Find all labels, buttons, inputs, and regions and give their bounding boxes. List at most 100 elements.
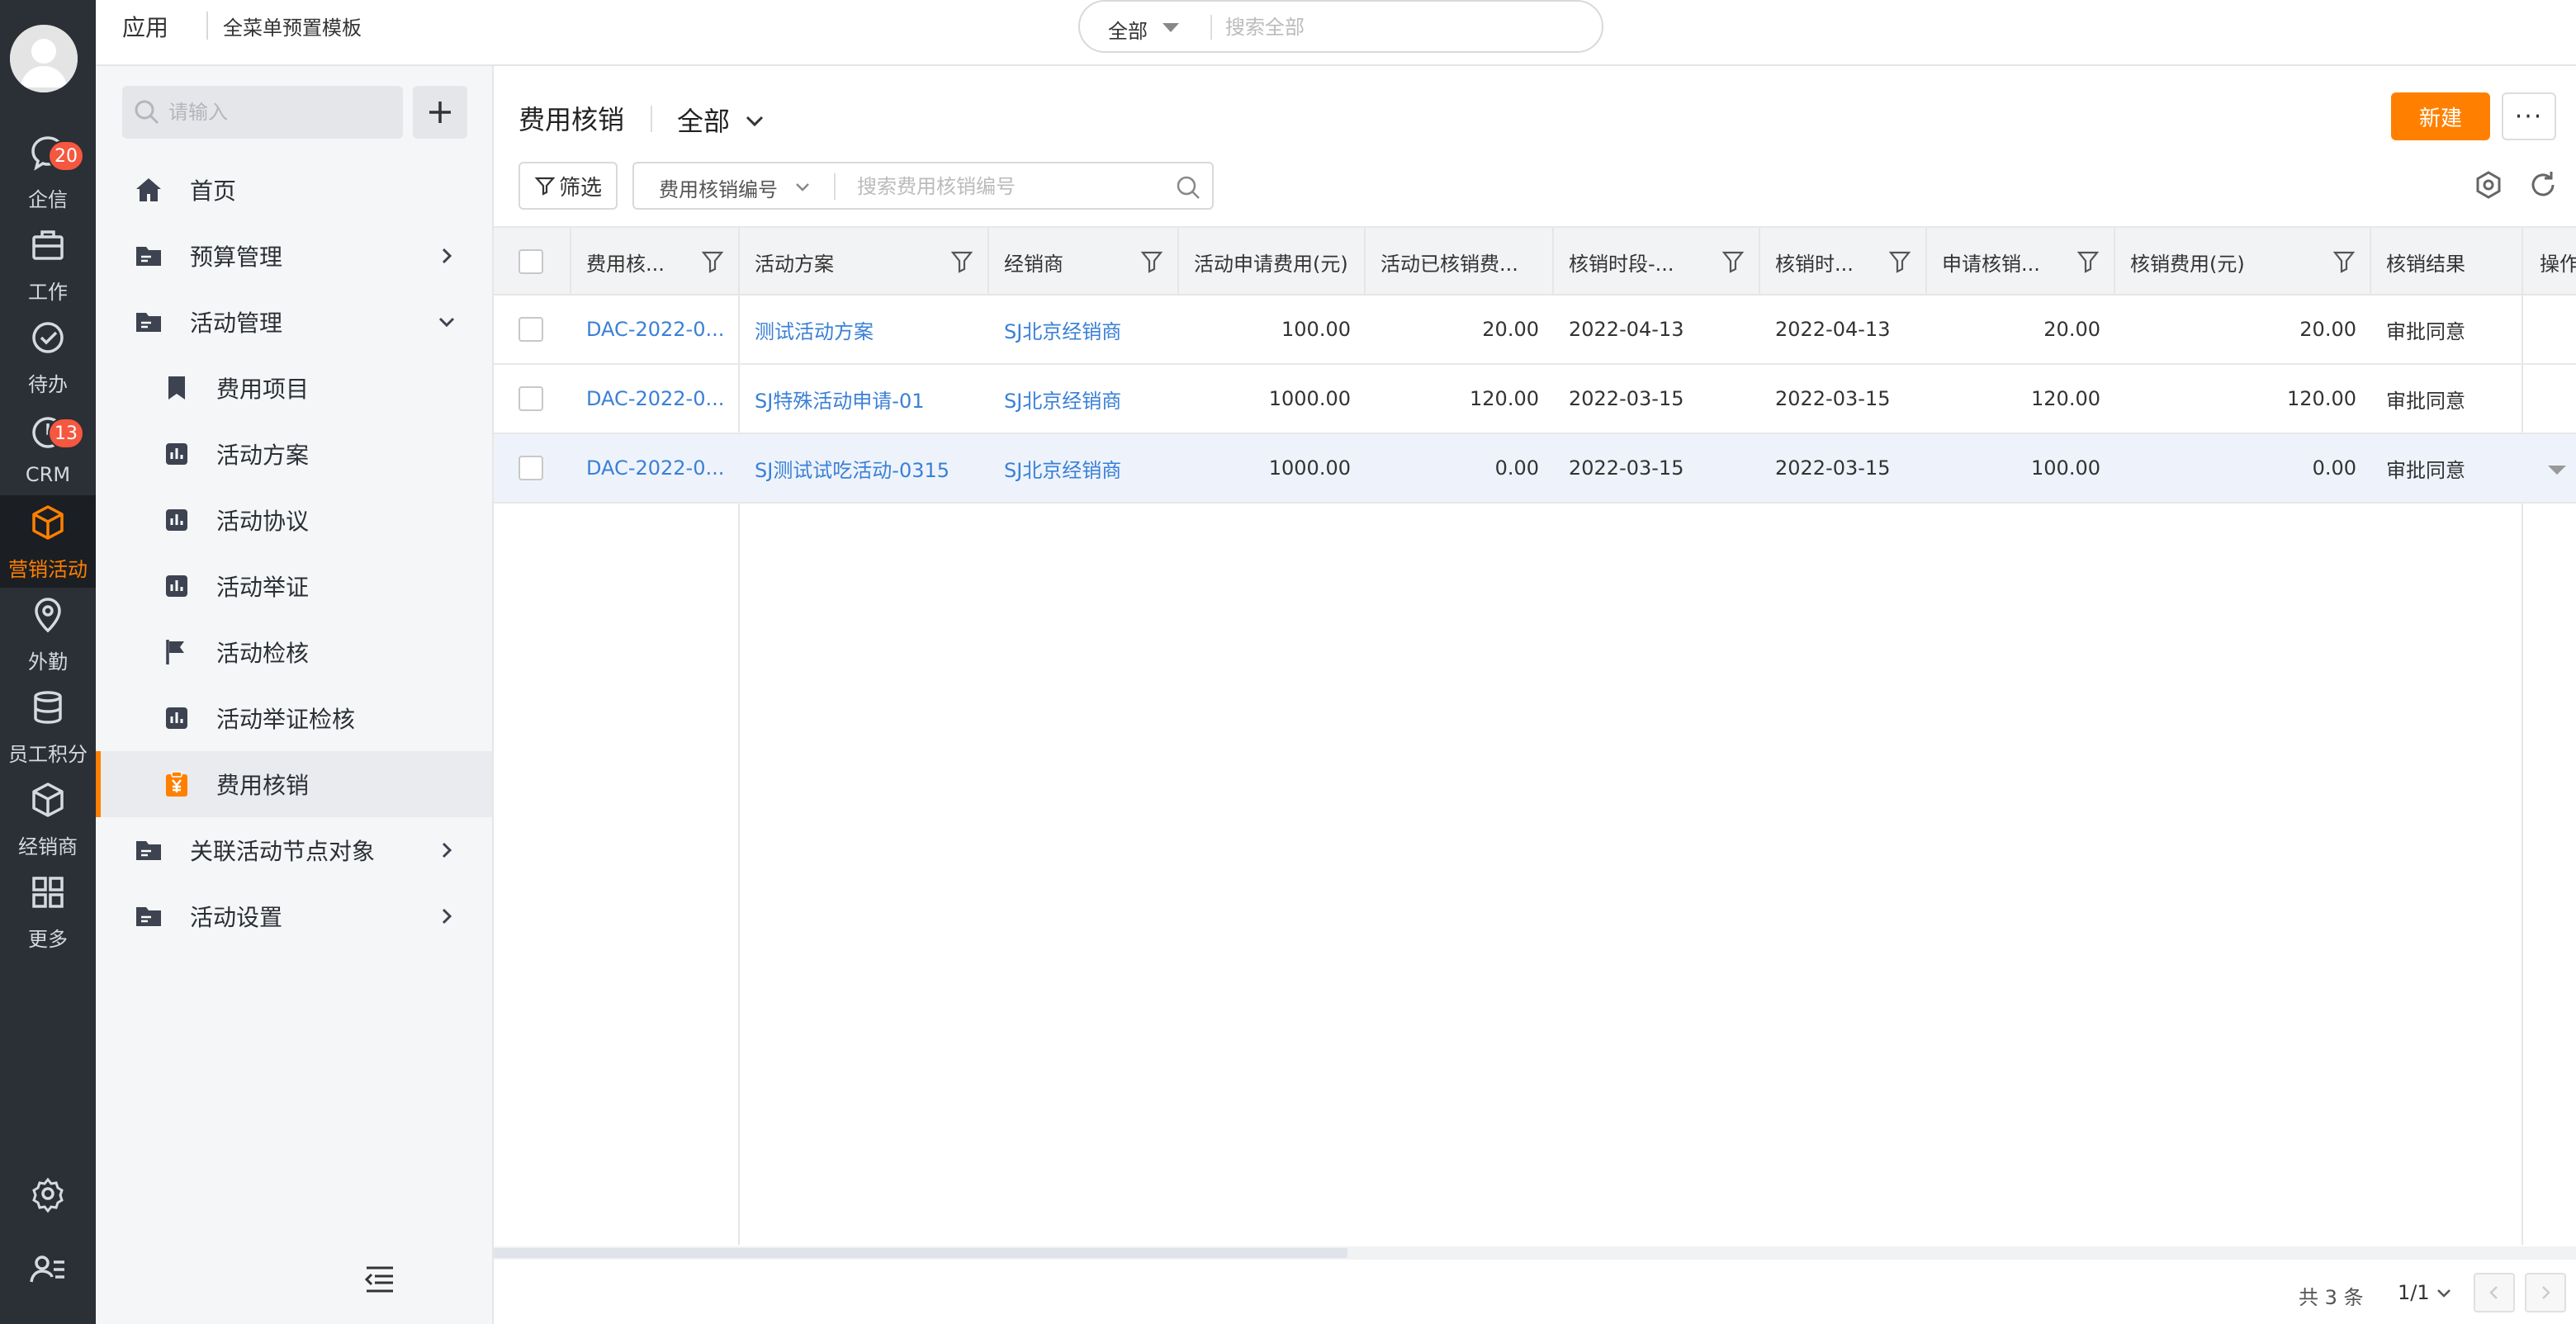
rail-item-label: 员工积分 xyxy=(8,742,88,766)
rail-item-messages[interactable]: 企信 20 xyxy=(0,125,96,218)
select-all-checkbox[interactable] xyxy=(519,249,543,274)
column-header-writeoff-amount[interactable]: 核销费用(元) xyxy=(2115,228,2371,296)
column-header-applied-amount[interactable]: 活动申请费用(元) xyxy=(1179,228,1366,296)
nav-item-proof-inspection[interactable]: 活动举证检核 xyxy=(96,685,492,751)
add-menu-button[interactable] xyxy=(413,86,467,139)
row-checkbox[interactable] xyxy=(519,386,543,411)
pager-page-select[interactable]: 1/1 xyxy=(2398,1281,2430,1304)
chevron-down-icon[interactable] xyxy=(793,177,812,196)
divider xyxy=(651,106,652,132)
chevron-left-icon xyxy=(2489,1286,2498,1299)
column-header-requested[interactable]: 申请核销... xyxy=(1927,228,2115,296)
table-row[interactable]: DAC-2022-0... SJ特殊活动申请-01 SJ北京经销商 1000.0… xyxy=(494,365,2576,434)
chevron-down-icon[interactable] xyxy=(2434,1283,2454,1303)
global-search-input[interactable] xyxy=(1225,12,1572,43)
main-panel: 费用核销 全部 新建 ··· 筛选 费用核销编号 费用核... 活动方案 xyxy=(494,66,2576,1324)
rail-item-marketing[interactable]: 营销活动 xyxy=(0,495,96,588)
rail-item-points[interactable]: 员工积分 xyxy=(0,680,96,773)
profile-button[interactable] xyxy=(0,1228,96,1321)
column-filter-icon[interactable] xyxy=(1139,249,1164,274)
cell-code-link[interactable]: DAC-2022-0... xyxy=(586,434,732,502)
cell-plan-link[interactable]: SJ测试试吃活动-0315 xyxy=(755,434,983,502)
nav-item-label: 活动检核 xyxy=(216,640,310,667)
collapse-sidebar-button[interactable] xyxy=(363,1265,396,1294)
cell-code-link[interactable]: DAC-2022-0... xyxy=(586,365,732,433)
filter-button[interactable]: 筛选 xyxy=(519,162,618,210)
record-search-input[interactable] xyxy=(857,170,1171,203)
nav-item-activity-settings[interactable]: 活动设置 xyxy=(96,883,492,949)
column-header-result[interactable]: 核销结果 xyxy=(2371,228,2523,296)
new-button[interactable]: 新建 xyxy=(2391,92,2490,140)
column-filter-icon[interactable] xyxy=(700,249,725,274)
table-settings-button[interactable] xyxy=(2472,168,2505,201)
app-menu-label[interactable]: 应用 xyxy=(122,10,168,43)
folder-icon xyxy=(134,307,163,337)
column-header-period-end[interactable]: 核销时... xyxy=(1760,228,1927,296)
cell-dealer-link[interactable]: SJ北京经销商 xyxy=(1004,365,1174,433)
unread-badge: 13 xyxy=(48,418,84,449)
column-header-written-off[interactable]: 活动已核销费... xyxy=(1366,228,1554,296)
column-header-period-start[interactable]: 核销时段-... xyxy=(1554,228,1760,296)
nav-item-home[interactable]: 首页 xyxy=(96,157,492,223)
nav-item-activity-mgmt[interactable]: 活动管理 xyxy=(96,289,492,355)
location-pin-icon xyxy=(27,594,69,645)
column-filter-icon[interactable] xyxy=(2076,249,2100,274)
search-field-select[interactable]: 费用核销编号 xyxy=(659,173,778,202)
nav-item-budget[interactable]: 预算管理 xyxy=(96,223,492,289)
chevron-right-icon xyxy=(436,245,457,267)
cell-dealer-link[interactable]: SJ北京经销商 xyxy=(1004,434,1174,502)
rail-item-crm[interactable]: CRM 13 xyxy=(0,403,96,495)
column-header-dealer[interactable]: 经销商 xyxy=(989,228,1179,296)
search-scope-select[interactable]: 全部 xyxy=(1108,15,1148,44)
cell-code-link[interactable]: DAC-2022-0... xyxy=(586,296,732,363)
column-header-code[interactable]: 费用核... xyxy=(571,228,740,296)
template-label[interactable]: 全菜单预置模板 xyxy=(223,12,362,40)
refresh-button[interactable] xyxy=(2526,168,2559,201)
column-filter-icon[interactable] xyxy=(1887,249,1912,274)
nav-item-linked-nodes[interactable]: 关联活动节点对象 xyxy=(96,817,492,883)
chevron-down-icon xyxy=(436,311,457,333)
table-row[interactable]: DAC-2022-0... SJ测试试吃活动-0315 SJ北京经销商 1000… xyxy=(494,434,2576,504)
next-page-button[interactable] xyxy=(2525,1273,2566,1312)
collapse-icon xyxy=(364,1266,393,1293)
rail-item-label: 工作 xyxy=(28,280,68,304)
column-filter-icon[interactable] xyxy=(1721,249,1745,274)
table-header: 费用核... 活动方案 经销商 活动申请费用(元) 活动已核销费... 核销时段… xyxy=(494,228,2576,296)
row-checkbox[interactable] xyxy=(519,317,543,342)
scrollbar-thumb[interactable] xyxy=(494,1248,1347,1258)
column-header-label: 申请核销... xyxy=(1942,252,2040,276)
nav-item-label: 首页 xyxy=(190,177,237,205)
column-filter-icon[interactable] xyxy=(2332,249,2356,274)
rail-item-todo[interactable]: 待办 xyxy=(0,310,96,403)
nav-item-activity-agreement[interactable]: 活动协议 xyxy=(96,487,492,553)
search-icon[interactable] xyxy=(1174,173,1202,201)
horizontal-scrollbar[interactable] xyxy=(494,1246,2576,1260)
column-header-plan[interactable]: 活动方案 xyxy=(740,228,989,296)
cell-plan-link[interactable]: SJ特殊活动申请-01 xyxy=(755,365,983,433)
check-circle-icon xyxy=(27,317,69,368)
rail-item-work[interactable]: 工作 xyxy=(0,218,96,310)
row-checkbox[interactable] xyxy=(519,456,543,480)
prev-page-button[interactable] xyxy=(2474,1273,2515,1312)
column-filter-icon[interactable] xyxy=(949,249,974,274)
rail-item-dealer[interactable]: 经销商 xyxy=(0,773,96,865)
nav-item-label: 预算管理 xyxy=(190,244,283,271)
user-avatar[interactable] xyxy=(10,25,78,92)
nav-item-activity-plan[interactable]: 活动方案 xyxy=(96,421,492,487)
row-actions-caret-icon[interactable] xyxy=(2548,466,2566,475)
nav-item-expense-writeoff[interactable]: 费用核销 xyxy=(96,751,492,817)
nav-item-activity-inspection[interactable]: 活动检核 xyxy=(96,619,492,685)
nav-search-input[interactable] xyxy=(168,96,391,129)
rail-item-field[interactable]: 外勤 xyxy=(0,588,96,680)
caret-down-icon[interactable] xyxy=(1163,23,1179,32)
view-select[interactable]: 全部 xyxy=(677,101,730,139)
more-button[interactable]: ··· xyxy=(2502,92,2556,140)
nav-item-expense-items[interactable]: 费用项目 xyxy=(96,355,492,421)
nav-item-activity-proof[interactable]: 活动举证 xyxy=(96,553,492,619)
table-row[interactable]: DAC-2022-0... 测试活动方案 SJ北京经销商 100.00 20.0… xyxy=(494,296,2576,365)
cell-plan-link[interactable]: 测试活动方案 xyxy=(755,296,983,363)
rail-item-more[interactable]: 更多 xyxy=(0,865,96,958)
cell-dealer-link[interactable]: SJ北京经销商 xyxy=(1004,296,1174,363)
chart-square-icon xyxy=(162,571,192,601)
chevron-down-icon[interactable] xyxy=(743,109,766,132)
